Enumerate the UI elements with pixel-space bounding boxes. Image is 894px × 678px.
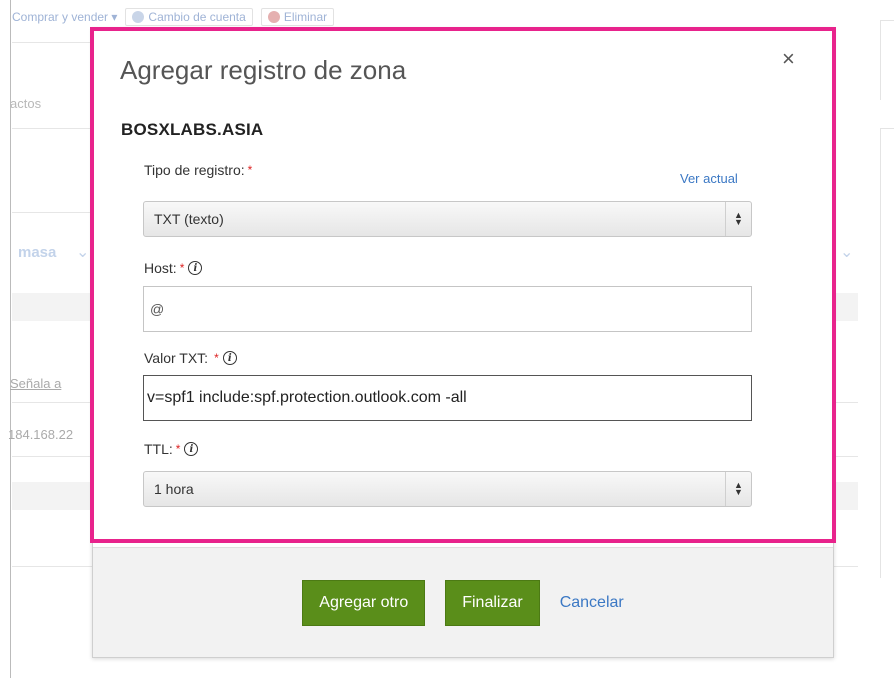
host-input[interactable]: @ (143, 286, 752, 332)
required-marker: * (175, 442, 181, 456)
delete-icon (267, 11, 280, 23)
txt-value-text: v=spf1 include:spf.protection.outlook.co… (147, 389, 467, 406)
ttl-select[interactable]: 1 hora ▲ ▼ (143, 471, 752, 507)
background-toolbar: Comprar y vender ▾ Cambio de cuenta Elim… (12, 4, 335, 30)
record-type-value: TXT (texto) (154, 211, 224, 227)
info-icon[interactable]: i (184, 442, 199, 456)
txt-value-input[interactable]: v=spf1 include:spf.protection.outlook.co… (143, 375, 752, 421)
view-current-link[interactable]: Ver actual (680, 171, 738, 186)
info-icon[interactable]: i (222, 351, 237, 365)
divider (12, 128, 92, 129)
txt-value-label: Valor TXT: * i (144, 350, 237, 366)
background-right-panel (880, 20, 894, 100)
ip-partial-text: 184.168.22 (8, 427, 74, 442)
ttl-label: TTL: * i (144, 441, 199, 457)
record-type-label-text: Tipo de registro: (144, 162, 245, 178)
cancel-link[interactable]: Cancelar (560, 594, 624, 612)
delete-label: Eliminar (283, 10, 328, 24)
finish-button[interactable]: Finalizar (445, 579, 540, 626)
dialog-title: Agregar registro de zona (120, 55, 407, 85)
divider (12, 42, 92, 43)
record-type-label: Tipo de registro: * (144, 162, 252, 178)
txt-value-label-text: Valor TXT: (144, 350, 209, 366)
buy-sell-menu[interactable]: Comprar y vender ▾ (12, 10, 117, 24)
select-arrows-icon: ▲ ▼ (725, 202, 751, 236)
required-marker: * (247, 163, 253, 177)
chevron-down-icon[interactable]: ⌄ (76, 242, 89, 262)
change-account-button[interactable]: Cambio de cuenta (125, 8, 253, 26)
user-icon (132, 11, 145, 23)
ttl-label-text: TTL: (144, 441, 173, 457)
dialog-footer: Agregar otro Finalizar Cancelar (93, 547, 833, 657)
ttl-value: 1 hora (154, 481, 194, 497)
chevron-down-icon[interactable]: ⌄ (840, 242, 853, 262)
delete-button[interactable]: Eliminar (260, 8, 335, 26)
change-account-label: Cambio de cuenta (148, 10, 246, 24)
host-label: Host: * i (144, 260, 203, 276)
select-arrows-icon: ▲ ▼ (725, 472, 751, 506)
record-type-select[interactable]: TXT (texto) ▲ ▼ (143, 201, 752, 237)
background-right-panel (880, 128, 894, 578)
required-marker: * (179, 261, 185, 275)
divider (12, 212, 92, 213)
host-value: @ (150, 301, 165, 317)
info-icon[interactable]: i (188, 261, 203, 275)
required-marker: * (214, 351, 219, 365)
contacts-partial-text: actos (10, 96, 42, 111)
bulk-partial-text: masa (18, 244, 57, 261)
close-icon[interactable]: × (782, 48, 795, 70)
domain-name: BOSXLABS.ASIA (121, 120, 264, 139)
points-to-header[interactable]: Señala a (10, 376, 61, 391)
host-label-text: Host: (144, 260, 177, 276)
add-another-button[interactable]: Agregar otro (302, 579, 426, 626)
